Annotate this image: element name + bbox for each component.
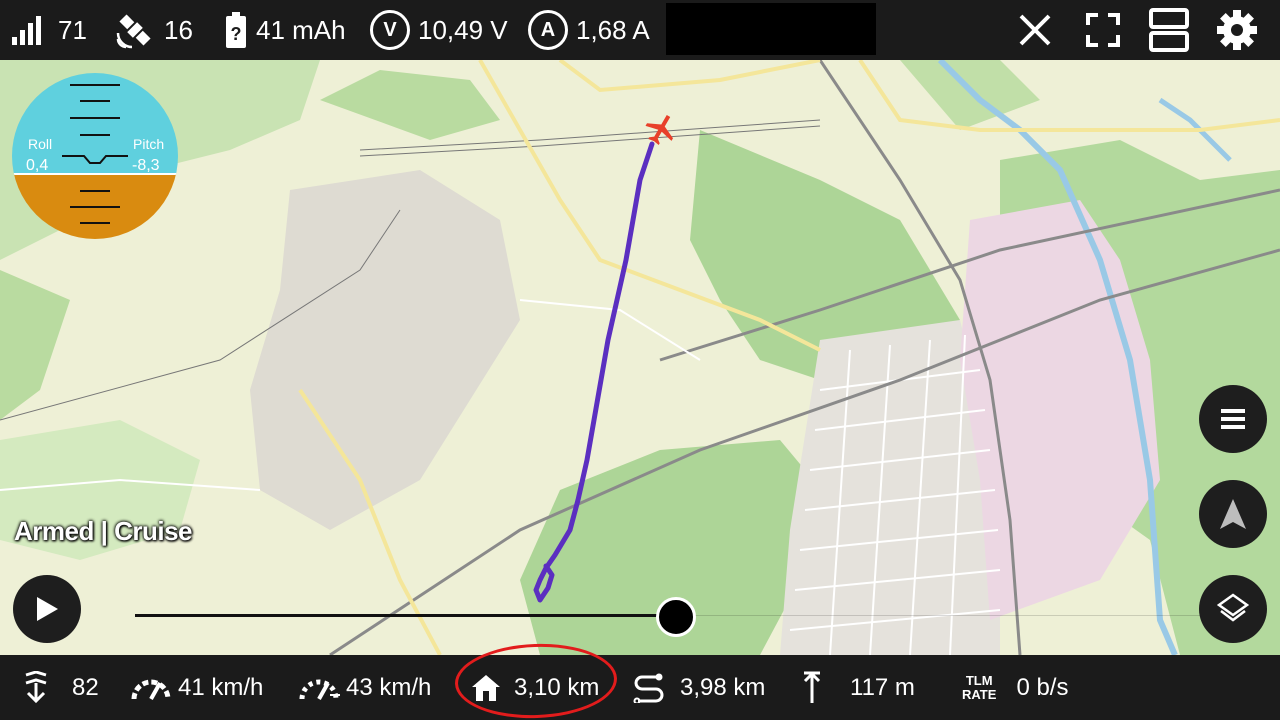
signal-value: 71: [58, 14, 87, 45]
playback-slider-track[interactable]: [135, 614, 675, 617]
tlm-rate-label: TLM RATE: [962, 672, 997, 702]
fullscreen-button[interactable]: [1080, 7, 1126, 53]
navigation-icon: [1220, 499, 1246, 529]
altitude-value: 117 m: [850, 673, 915, 701]
signal-strength: 71: [10, 0, 87, 60]
gear-icon: [1217, 10, 1257, 50]
settings-button[interactable]: [1214, 7, 1260, 53]
flight-mode-label: Armed | Cruise: [14, 516, 193, 546]
close-icon: [1019, 14, 1051, 46]
pitch-label: Pitch: [133, 136, 165, 152]
bottom-telemetry-bar: 82 41 km/h 43 km/h 3,10 km 3,98 km 117 m…: [0, 655, 1280, 720]
fullscreen-icon: [1086, 13, 1120, 47]
air-speed-readout: 43 km/h: [298, 655, 431, 720]
throttle-icon: [25, 670, 47, 703]
ground-speed-value: 41 km/h: [178, 673, 264, 701]
aircraft-icon: [645, 115, 673, 145]
battery-capacity: ? 41 mAh: [226, 0, 346, 60]
play-icon: [37, 597, 58, 621]
battery-icon: ?: [226, 12, 246, 48]
battery-value: 41 mAh: [256, 14, 346, 45]
horizon-graphic: [12, 73, 178, 239]
throttle-readout: 82: [22, 655, 99, 720]
voltage-readout: V 10,49 V: [370, 0, 508, 60]
tlm-label-line2: RATE: [962, 686, 997, 702]
trip-distance-readout: 3,98 km: [632, 655, 765, 720]
ground-speed-icon: [131, 679, 171, 700]
current-readout: A 1,68 A: [528, 0, 650, 60]
voltage-value: 10,49 V: [418, 14, 508, 45]
menu-icon: [1221, 409, 1245, 429]
trip-distance-value: 3,98 km: [680, 673, 766, 701]
altitude-icon: [803, 671, 821, 703]
layers-button[interactable]: [1199, 575, 1267, 643]
play-button[interactable]: [13, 575, 81, 643]
tlm-rate-value: 0 b/s: [1016, 673, 1069, 701]
navigation-button[interactable]: [1199, 480, 1267, 548]
menu-button[interactable]: [1199, 385, 1267, 453]
svg-text:?: ?: [231, 24, 242, 44]
altitude-readout: 117 m: [800, 655, 915, 720]
current-value: 1,68 A: [576, 14, 650, 45]
air-speed-icon: [299, 679, 340, 700]
layout-icon: [1149, 8, 1189, 52]
artificial-horizon: Roll 0,4 Pitch -8,3: [12, 73, 178, 239]
roll-label: Roll: [28, 136, 53, 152]
close-button[interactable]: [1012, 7, 1058, 53]
current-badge: A: [528, 10, 568, 50]
playback-slider-remaining[interactable]: [675, 615, 1220, 616]
satellite-count: 16: [114, 0, 193, 60]
redacted-area: [666, 3, 876, 55]
satellite-icon: [116, 14, 151, 49]
signal-icon: [12, 16, 41, 45]
trip-icon: [633, 673, 664, 703]
top-status-bar: 71 16 ? 41 mAh V 10,49 V A 1,68 A: [0, 0, 1280, 60]
air-speed-value: 43 km/h: [346, 673, 432, 701]
layers-icon: [1217, 593, 1249, 622]
layout-button[interactable]: [1146, 7, 1192, 53]
ground-speed-readout: 41 km/h: [130, 655, 263, 720]
pitch-value: -8,3: [132, 157, 160, 174]
roll-value: 0,4: [26, 157, 49, 174]
map-background: [0, 60, 1280, 655]
tlm-label-line1: TLM: [965, 672, 993, 688]
throttle-value: 82: [72, 673, 99, 701]
playback-slider-thumb[interactable]: [656, 597, 696, 637]
telemetry-rate-readout: TLM RATE 0 b/s: [962, 655, 1068, 720]
satellite-value: 16: [164, 14, 193, 45]
map-view[interactable]: [0, 60, 1280, 655]
voltage-badge: V: [370, 10, 410, 50]
